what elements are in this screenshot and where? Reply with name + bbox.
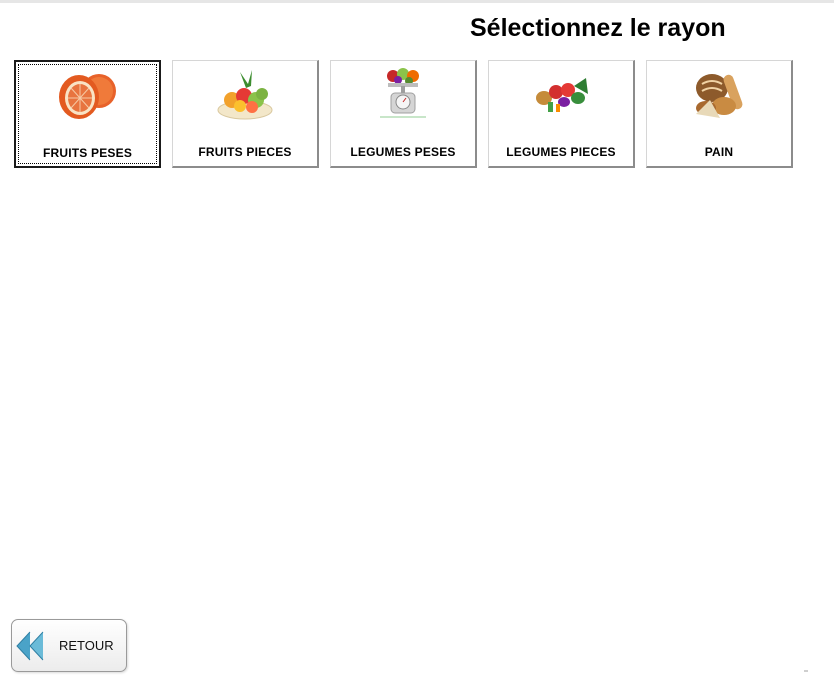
page-title: Sélectionnez le rayon: [470, 14, 726, 42]
vegetables-image: [489, 64, 633, 124]
top-bar: [0, 0, 834, 3]
back-button-label: RETOUR: [59, 638, 114, 653]
department-label: LEGUMES PESES: [350, 145, 456, 159]
double-arrow-left-icon: [16, 631, 44, 661]
department-label: PAIN: [704, 145, 734, 159]
fruit-salad-image: [173, 64, 317, 124]
corner-mark: [804, 670, 808, 672]
department-tile-pain[interactable]: PAIN: [646, 60, 793, 168]
department-label: FRUITS PIECES: [198, 145, 292, 159]
bread-image: [647, 64, 791, 124]
department-tile-legumes-pieces[interactable]: LEGUMES PIECES: [488, 60, 635, 168]
department-tile-legumes-peses[interactable]: LEGUMES PESES: [330, 60, 477, 168]
department-label: LEGUMES PIECES: [506, 145, 616, 159]
department-grid: FRUITS PESES FRUITS PIECES LEGUMES PESES…: [14, 60, 793, 168]
grapefruit-image: [16, 65, 159, 125]
department-label: FRUITS PESES: [42, 146, 133, 160]
vegetables-scale-image: [331, 64, 475, 124]
back-button[interactable]: RETOUR: [11, 619, 127, 672]
department-tile-fruits-pieces[interactable]: FRUITS PIECES: [172, 60, 319, 168]
department-tile-fruits-peses[interactable]: FRUITS PESES: [14, 60, 161, 168]
